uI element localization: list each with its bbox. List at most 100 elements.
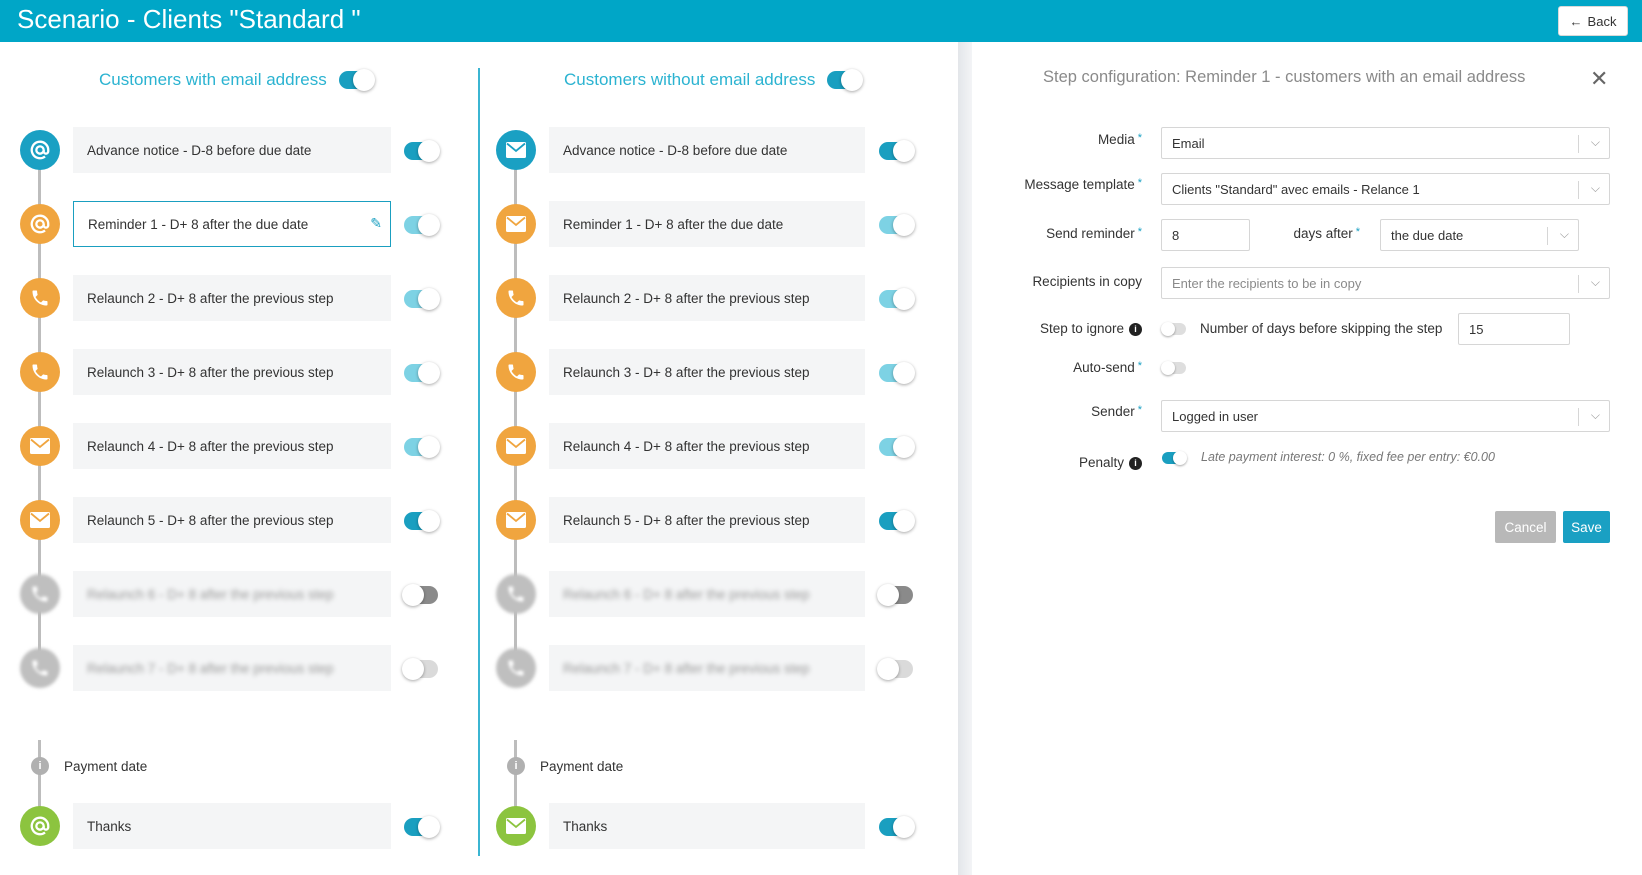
penalty-toggle[interactable] <box>1162 451 1187 465</box>
column-header-without-email: Customers without email address <box>564 68 864 92</box>
thanks-step-card[interactable]: Thanks <box>549 803 865 849</box>
message-template-select[interactable]: Clients "Standard" avec emails - Relance… <box>1161 173 1610 205</box>
step-toggle[interactable] <box>879 214 915 236</box>
sender-label: Sender * <box>1091 404 1142 419</box>
step-card[interactable]: Relaunch 2 - D+ 8 after the previous ste… <box>73 275 391 321</box>
phone-icon <box>32 660 48 676</box>
sender-select[interactable]: Logged in user ⌵ <box>1161 400 1610 432</box>
media-select[interactable]: Email ⌵ <box>1161 127 1610 159</box>
thanks-step-card[interactable]: Thanks <box>73 803 391 849</box>
step-toggle[interactable] <box>877 658 913 680</box>
step-icon-envelope <box>496 426 536 466</box>
step-toggle[interactable] <box>402 584 438 606</box>
step-label: Reminder 1 - D+ 8 after the due date <box>563 216 784 232</box>
close-icon[interactable]: ✕ <box>1590 66 1608 92</box>
envelope-icon <box>30 512 50 528</box>
phone-icon <box>32 586 48 602</box>
top-bar: Scenario - Clients "Standard " ← Back <box>0 0 1642 42</box>
step-card[interactable]: Relaunch 5 - D+ 8 after the previous ste… <box>73 497 391 543</box>
step-card[interactable]: Relaunch 7 - D+ 8 after the previous ste… <box>73 645 391 691</box>
send-reminder-label: Send reminder * <box>1046 226 1142 241</box>
step-toggle[interactable] <box>879 140 915 162</box>
thanks-step-icon-at <box>20 806 60 846</box>
step-icon-phone <box>20 648 60 688</box>
chevron-down-icon: ⌵ <box>1590 275 1600 289</box>
step-icon-envelope <box>20 500 60 540</box>
at-icon <box>30 214 50 234</box>
envelope-icon <box>506 216 526 232</box>
days-after-select[interactable]: the due date ⌵ <box>1380 219 1579 251</box>
step-toggle[interactable] <box>404 288 440 310</box>
skip-days-input[interactable]: 15 <box>1458 313 1570 345</box>
step-toggle[interactable] <box>879 510 915 532</box>
phone-icon <box>508 660 524 676</box>
step-card[interactable]: Relaunch 4 - D+ 8 after the previous ste… <box>73 423 391 469</box>
step-label: Relaunch 6 - D+ 8 after the previous ste… <box>87 586 334 602</box>
step-toggle[interactable] <box>879 436 915 458</box>
send-reminder-days-input[interactable]: 8 <box>1161 219 1250 251</box>
media-label: Media * <box>1097 132 1142 147</box>
info-icon: i <box>1129 456 1142 470</box>
auto-send-toggle[interactable] <box>1161 361 1186 375</box>
step-to-ignore-label: Step to ignore i <box>1000 321 1142 336</box>
chevron-down-icon: ⌵ <box>1590 181 1600 195</box>
step-toggle[interactable] <box>877 584 913 606</box>
step-card[interactable]: Advance notice - D-8 before due date <box>73 127 391 173</box>
step-card[interactable]: Relaunch 6 - D+ 8 after the previous ste… <box>549 571 865 617</box>
envelope-icon <box>506 438 526 454</box>
phone-icon <box>32 290 48 306</box>
step-icon-envelope <box>496 500 536 540</box>
step-card[interactable]: Relaunch 2 - D+ 8 after the previous ste… <box>549 275 865 321</box>
step-label: Relaunch 2 - D+ 8 after the previous ste… <box>563 290 810 306</box>
step-card[interactable]: Relaunch 7 - D+ 8 after the previous ste… <box>549 645 865 691</box>
column-toggle-with-email[interactable] <box>338 69 375 91</box>
step-toggle[interactable] <box>404 214 440 236</box>
step-label: Relaunch 7 - D+ 8 after the previous ste… <box>87 660 334 676</box>
step-card[interactable]: Relaunch 3 - D+ 8 after the previous ste… <box>549 349 865 395</box>
column-toggle-without-email[interactable] <box>827 69 864 91</box>
back-button[interactable]: ← Back <box>1558 6 1628 36</box>
days-after-label: days after * <box>1293 226 1360 241</box>
step-card[interactable]: Advance notice - D-8 before due date <box>549 127 865 173</box>
step-card[interactable]: Relaunch 5 - D+ 8 after the previous ste… <box>549 497 865 543</box>
step-toggle[interactable] <box>404 140 440 162</box>
step-card[interactable]: Reminder 1 - D+ 8 after the due date ✎ <box>73 201 391 247</box>
step-toggle[interactable] <box>404 362 440 384</box>
pencil-icon[interactable]: ✎ <box>370 215 382 232</box>
step-to-ignore-toggle[interactable] <box>1161 322 1186 336</box>
payment-date-label: Payment date <box>540 759 624 774</box>
recipients-label: Recipients in copy <box>1032 274 1142 289</box>
thanks-step-icon-envelope <box>496 806 536 846</box>
thanks-step-toggle[interactable] <box>879 816 915 838</box>
info-icon: i <box>507 757 525 775</box>
step-label: Thanks <box>563 818 608 834</box>
recipients-select[interactable]: Enter the recipients to be in copy ⌵ <box>1161 267 1610 299</box>
step-icon-phone <box>496 278 536 318</box>
penalty-note: Late payment interest: 0 %, fixed fee pe… <box>1201 450 1495 464</box>
step-card[interactable]: Relaunch 6 - D+ 8 after the previous ste… <box>73 571 391 617</box>
step-toggle[interactable] <box>879 288 915 310</box>
chevron-down-icon: ⌵ <box>1590 135 1600 149</box>
step-icon-at <box>20 130 60 170</box>
info-icon: i <box>1129 322 1142 336</box>
envelope-icon <box>506 512 526 528</box>
thanks-step-toggle[interactable] <box>404 816 440 838</box>
save-button[interactable]: Save <box>1563 511 1610 543</box>
step-card[interactable]: Reminder 1 - D+ 8 after the due date <box>549 201 865 247</box>
step-card[interactable]: Relaunch 4 - D+ 8 after the previous ste… <box>549 423 865 469</box>
step-icon-at <box>20 204 60 244</box>
cancel-button[interactable]: Cancel <box>1495 511 1556 543</box>
step-icon-phone <box>20 352 60 392</box>
info-icon: i <box>31 757 49 775</box>
phone-icon <box>508 586 524 602</box>
back-label: Back <box>1587 13 1617 29</box>
step-toggle[interactable] <box>404 510 440 532</box>
column-title: Customers without email address <box>564 70 816 89</box>
step-toggle[interactable] <box>404 436 440 458</box>
step-toggle[interactable] <box>402 658 438 680</box>
step-card[interactable]: Relaunch 3 - D+ 8 after the previous ste… <box>73 349 391 395</box>
step-toggle[interactable] <box>879 362 915 384</box>
step-icon-envelope <box>496 204 536 244</box>
step-label: Thanks <box>87 818 132 834</box>
page-title: Scenario - Clients "Standard " <box>17 4 361 34</box>
